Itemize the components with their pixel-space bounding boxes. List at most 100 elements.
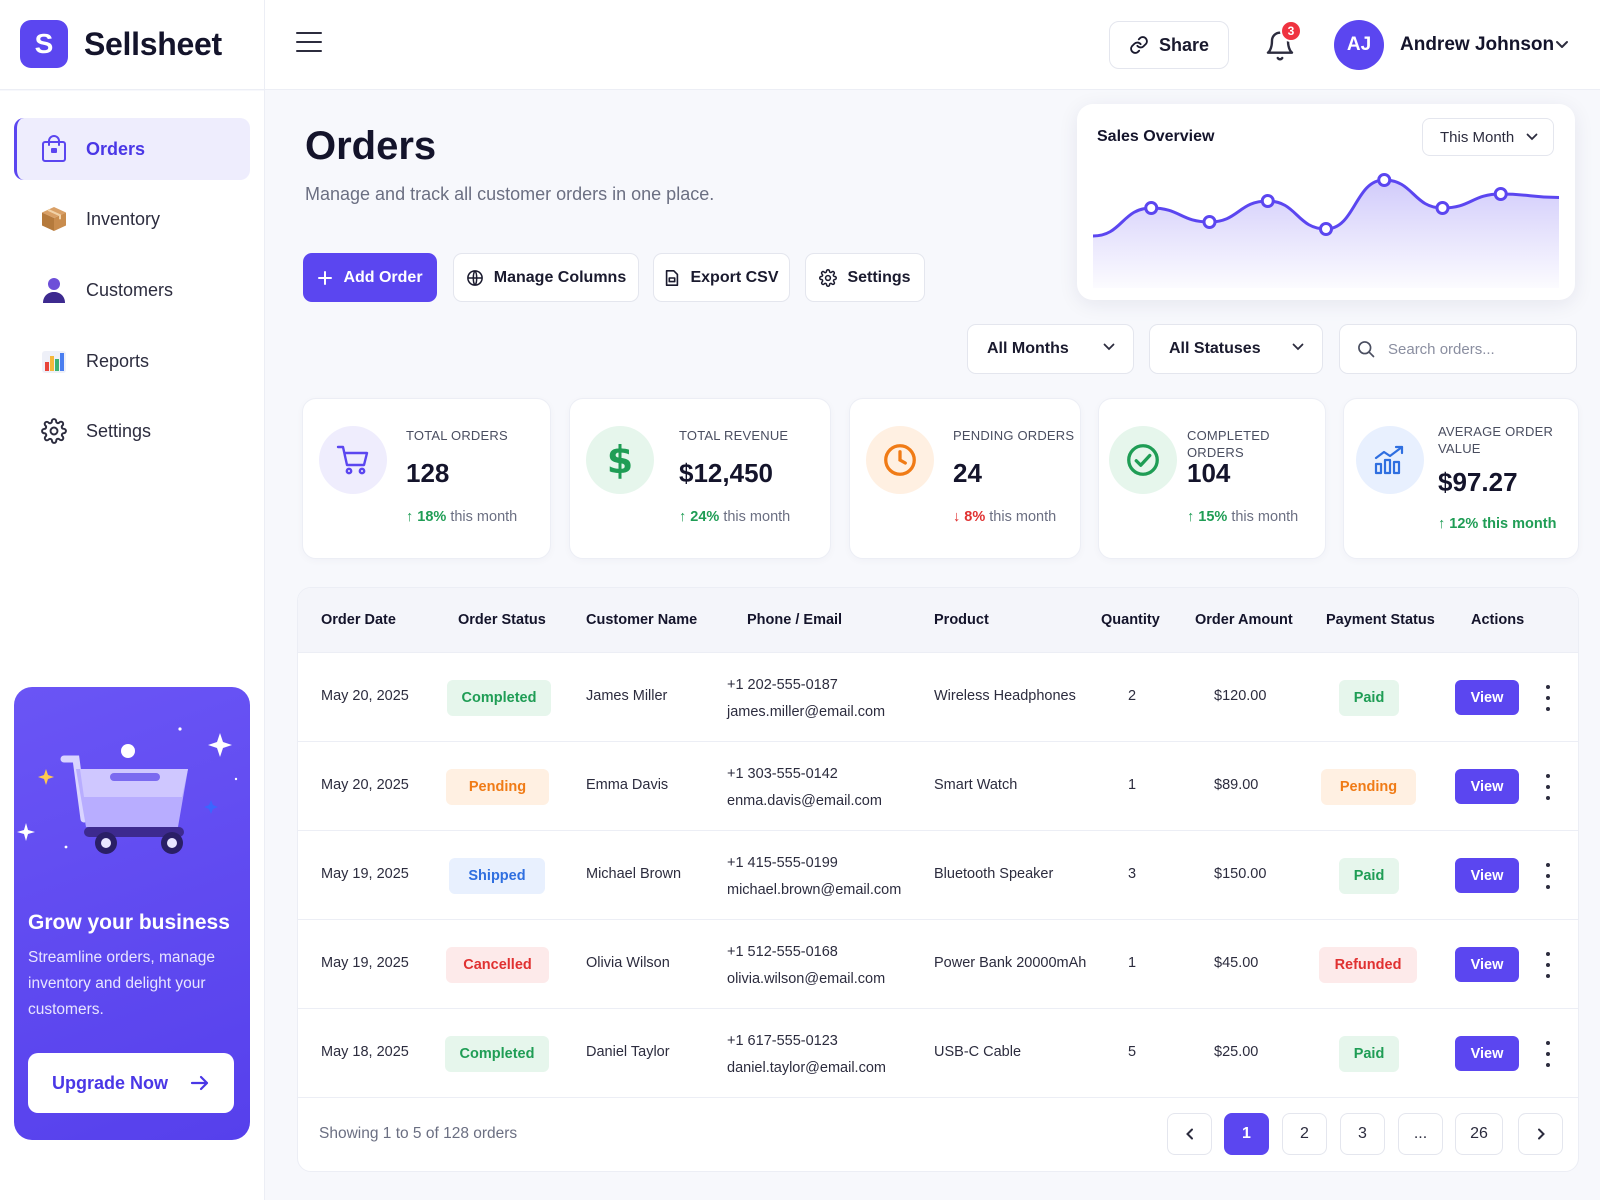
search-input[interactable] [1388, 340, 1558, 358]
sales-point [1260, 194, 1275, 208]
payment-status-badge: Paid [1339, 858, 1399, 894]
sales-point [1144, 201, 1159, 215]
sidebar-item-orders[interactable]: Orders [14, 118, 250, 180]
column-header[interactable]: Customer Name [586, 612, 697, 628]
period-select[interactable]: This Month [1422, 118, 1554, 156]
column-header[interactable]: Order Amount [1195, 612, 1293, 628]
stat-card-total-orders: TOTAL ORDERS 128 ↑ 18% this month [302, 398, 551, 559]
app-logo[interactable]: S Sellsheet [20, 20, 222, 68]
promo-title: Grow your business [28, 911, 230, 934]
page-button[interactable]: 26 [1455, 1113, 1503, 1155]
customer-email: michael.brown@email.com [727, 882, 902, 898]
page-button[interactable]: 3 [1340, 1113, 1385, 1155]
customer-email: enma.davis@email.com [727, 793, 882, 809]
customer-contact: +1 617-555-0123 daniel.taylor@email.com [727, 1028, 886, 1082]
next-page-button[interactable] [1518, 1113, 1563, 1155]
product-name: Power Bank 20000mAh [934, 955, 1087, 971]
sidebar-item-settings[interactable]: Settings [14, 400, 250, 462]
prev-page-button[interactable] [1167, 1113, 1212, 1155]
statuses-filter[interactable]: All Statuses [1149, 324, 1323, 374]
months-filter[interactable]: All Months [967, 324, 1134, 374]
settings-button[interactable]: Settings [805, 253, 925, 302]
page-button[interactable]: 1 [1224, 1113, 1269, 1155]
sidebar-item-label: Orders [86, 138, 146, 159]
stat-card-pending-orders: PENDING ORDERS 24 ↓ 8% this month [849, 398, 1081, 559]
table-row[interactable]: May 18, 2025 Completed Daniel Taylor +1 … [298, 1009, 1578, 1098]
column-header[interactable]: Payment Status [1326, 612, 1435, 628]
menu-icon[interactable] [296, 32, 322, 54]
manage-columns-button[interactable]: Manage Columns [453, 253, 639, 302]
product-name: Smart Watch [934, 777, 1018, 793]
order-status-badge: Cancelled [446, 947, 549, 983]
chevron-down-icon [1526, 133, 1538, 141]
search-box [1339, 324, 1577, 374]
page-button[interactable]: 2 [1282, 1113, 1327, 1155]
sidebar-item-reports[interactable]: Reports [14, 330, 250, 392]
table-row[interactable]: May 20, 2025 Completed James Miller +1 2… [298, 653, 1578, 742]
view-button[interactable]: View [1455, 947, 1519, 982]
customer-phone: +1 617-555-0123 [727, 1033, 838, 1049]
customer-name: Olivia Wilson [586, 955, 670, 971]
sidebar-item-label: Customers [86, 279, 174, 300]
arrow-right-icon [190, 1075, 209, 1091]
sales-point [1202, 215, 1217, 229]
column-header[interactable]: Phone / Email [747, 612, 842, 628]
export-csv-button[interactable]: Export CSV [653, 253, 790, 302]
stat-label: AVERAGE ORDER VALUE [1438, 424, 1554, 456]
sales-point [1493, 187, 1508, 201]
sidebar-item-customers[interactable]: Customers [14, 259, 250, 321]
settings-label: Settings [847, 268, 911, 286]
customer-phone: +1 303-555-0142 [727, 766, 838, 782]
view-button[interactable]: View [1455, 769, 1519, 804]
chevron-down-icon [1103, 343, 1115, 351]
add-order-button[interactable]: Add Order [303, 253, 437, 302]
more-options-icon[interactable] [1543, 863, 1553, 889]
page-ellipsis: ... [1398, 1113, 1443, 1155]
stat-label: PENDING ORDERS [953, 428, 1075, 443]
table-row[interactable]: May 20, 2025 Pending Emma Davis +1 303-5… [298, 742, 1578, 831]
more-options-icon[interactable] [1543, 685, 1553, 711]
sidebar-item-inventory[interactable]: Inventory [14, 188, 250, 250]
customer-phone: +1 512-555-0168 [727, 944, 838, 960]
chevron-down-icon[interactable] [1555, 40, 1569, 50]
column-header[interactable]: Product [934, 612, 989, 628]
product-name: USB-C Cable [934, 1044, 1022, 1060]
promo-text: Streamline orders, manage inventory and … [28, 949, 215, 1018]
more-options-icon[interactable] [1543, 1041, 1553, 1067]
payment-status-badge: Pending [1321, 769, 1416, 805]
trend-chart-icon [1356, 426, 1424, 494]
table-row[interactable]: May 19, 2025 Shipped Michael Brown +1 41… [298, 831, 1578, 920]
column-header[interactable]: Order Date [321, 612, 396, 628]
upgrade-promo-card: Grow your business Streamline orders, ma… [14, 687, 250, 1140]
user-name[interactable]: Andrew Johnson [1400, 34, 1554, 56]
product-name: Wireless Headphones [934, 688, 1076, 704]
more-options-icon[interactable] [1543, 774, 1553, 800]
more-options-icon[interactable] [1543, 952, 1553, 978]
order-date: May 20, 2025 [321, 777, 409, 793]
shopping-cart-illustration [17, 727, 238, 854]
cart-icon [319, 426, 387, 494]
stat-delta: ↑ 15% this month [1187, 509, 1299, 525]
app-name: Sellsheet [84, 25, 222, 62]
view-button[interactable]: View [1455, 680, 1519, 715]
customer-name: Emma Davis [586, 777, 669, 793]
payment-status-badge: Paid [1339, 680, 1399, 716]
customer-phone: +1 415-555-0199 [727, 855, 838, 871]
bar-chart-icon [40, 347, 68, 375]
upgrade-now-button[interactable]: Upgrade Now [28, 1053, 234, 1113]
order-amount: $150.00 [1214, 866, 1267, 882]
quantity: 2 [1128, 688, 1137, 704]
share-button[interactable]: Share [1109, 21, 1229, 69]
stat-value: $12,450 [679, 458, 773, 488]
table-row[interactable]: May 19, 2025 Cancelled Olivia Wilson +1 … [298, 920, 1578, 1009]
page-subtitle: Manage and track all customer orders in … [305, 184, 715, 204]
quantity: 1 [1128, 777, 1137, 793]
column-header[interactable]: Quantity [1101, 612, 1160, 628]
export-csv-label: Export CSV [690, 268, 779, 286]
avatar[interactable]: AJ [1334, 20, 1384, 70]
column-header[interactable]: Order Status [458, 612, 546, 628]
stat-delta: ↑ 12% this month [1438, 516, 1557, 532]
quantity: 5 [1128, 1044, 1137, 1060]
view-button[interactable]: View [1455, 1036, 1519, 1071]
view-button[interactable]: View [1455, 858, 1519, 893]
